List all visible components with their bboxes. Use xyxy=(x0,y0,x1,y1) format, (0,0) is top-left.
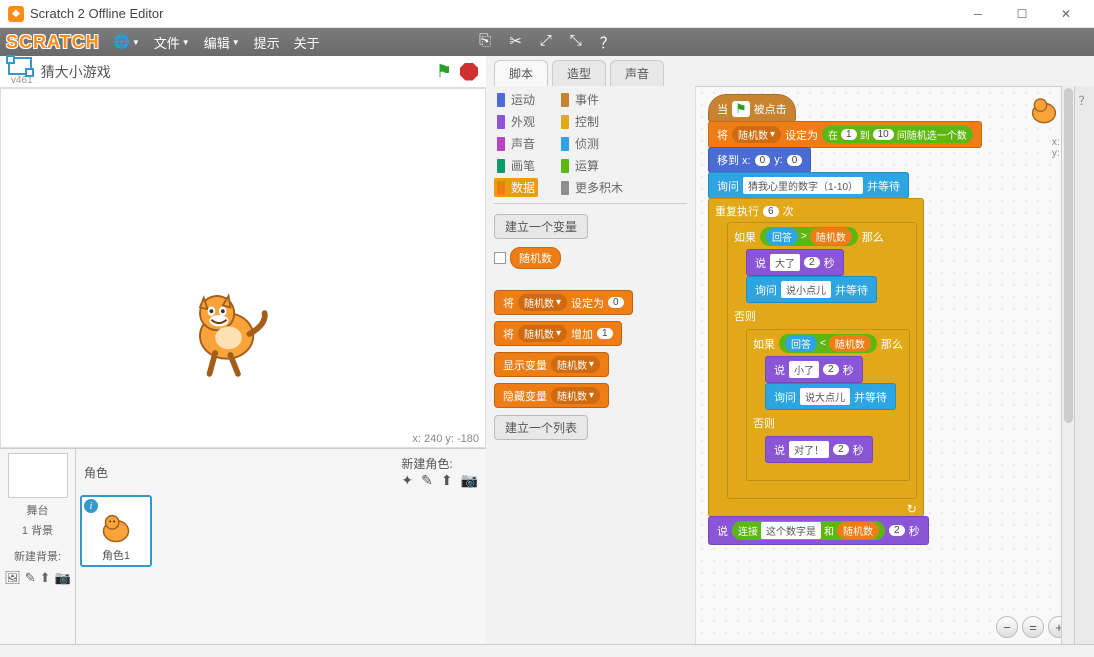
backdrop-count: 1 背景 xyxy=(22,522,53,538)
block-say-join[interactable]: 说 连接这个数字是和随机数 2秒 xyxy=(708,516,929,545)
category-data[interactable]: 数据 xyxy=(494,178,538,197)
script-area[interactable]: x: 0y: 0 当⚑被点击 将随机数▾设定为 在1到10间随机选一个数 移到 … xyxy=(696,86,1094,644)
category-sensing[interactable]: 侦测 xyxy=(558,134,626,153)
help-icon[interactable]: ？ xyxy=(600,32,615,53)
grow-icon[interactable]: ⤢ xyxy=(540,32,552,53)
app-title: Scratch 2 Offline Editor xyxy=(30,6,163,21)
backdrop-upload-icon[interactable]: ⬆ xyxy=(40,570,51,586)
maximize-button[interactable]: ☐ xyxy=(1002,3,1042,25)
category-control[interactable]: 控制 xyxy=(558,112,626,131)
block-ask-bigger[interactable]: 询问说大点儿并等待 xyxy=(765,383,896,410)
sprites-label: 角色 xyxy=(84,464,108,481)
sprite-thumb[interactable]: i 角色1 xyxy=(80,495,152,567)
shrink-icon[interactable]: ⤡ xyxy=(570,32,582,53)
zoom-out-button[interactable]: − xyxy=(996,616,1018,638)
minimize-button[interactable]: ─ xyxy=(958,3,998,25)
block-when-flag-clicked[interactable]: 当⚑被点击 xyxy=(708,94,796,122)
backdrop-camera-icon[interactable]: 📷 xyxy=(55,570,71,586)
green-flag-icon[interactable]: ⚑ xyxy=(436,61,452,82)
fullscreen-icon[interactable] xyxy=(8,57,32,75)
script-stack[interactable]: 当⚑被点击 将随机数▾设定为 在1到10间随机选一个数 移到 x:0y:0 询问… xyxy=(708,95,982,545)
stage-label: 舞台 xyxy=(27,502,49,518)
variable-reporter[interactable]: 随机数 xyxy=(510,247,561,269)
category-more[interactable]: 更多积木 xyxy=(558,178,626,197)
globe-icon[interactable]: 🌐▼ xyxy=(114,34,140,50)
backdrop-paint-icon[interactable]: ✎ xyxy=(25,570,36,586)
tab-scripts[interactable]: 脚本 xyxy=(494,60,548,86)
category-looks[interactable]: 外观 xyxy=(494,112,538,131)
menu-tips[interactable]: 提示 xyxy=(254,33,280,52)
category-pen[interactable]: 画笔 xyxy=(494,156,538,175)
menu-file[interactable]: 文件▼ xyxy=(154,33,190,52)
stage-header: v461 猜大小游戏 ⚑ xyxy=(0,56,486,88)
block-set-random[interactable]: 将随机数▾设定为 在1到10间随机选一个数 xyxy=(708,121,982,148)
delete-icon[interactable]: ✂ xyxy=(509,32,522,53)
stop-icon[interactable] xyxy=(460,63,478,81)
menu-edit[interactable]: 编辑▼ xyxy=(204,33,240,52)
block-repeat[interactable]: 重复执行6次 如果 回答>随机数 那么 说大了2秒 询问说小点儿并等待 xyxy=(708,198,924,517)
menu-about[interactable]: 关于 xyxy=(294,33,320,52)
close-button[interactable]: ✕ xyxy=(1046,3,1086,25)
duplicate-icon[interactable]: ⎘ xyxy=(479,32,491,53)
sprite-list: 角色 新建角色: ✦ ✎ ⬆ 📷 i 角色1 xyxy=(76,449,486,644)
menubar: SCRATCH 🌐▼ 文件▼ 编辑▼ 提示 关于 ⎘ ✂ ⤢ ⤡ ？ xyxy=(0,28,1094,56)
category-sound[interactable]: 声音 xyxy=(494,134,538,153)
scratch-logo: SCRATCH xyxy=(6,32,100,53)
block-say-big[interactable]: 说大了2秒 xyxy=(746,249,844,276)
block-say-right[interactable]: 说对了！2秒 xyxy=(765,436,873,463)
sprite-upload-icon[interactable]: ⬆ xyxy=(441,472,453,489)
zoom-reset-button[interactable]: = xyxy=(1022,616,1044,638)
sprite-library-icon[interactable]: ✦ xyxy=(401,472,413,489)
project-title[interactable]: 猜大小游戏 xyxy=(41,62,111,82)
block-show-variable[interactable]: 显示变量随机数▾ xyxy=(494,352,609,377)
block-if-else-outer[interactable]: 如果 回答>随机数 那么 说大了2秒 询问说小点儿并等待 否则 xyxy=(727,222,917,499)
tab-costumes[interactable]: 造型 xyxy=(552,60,606,86)
stage-coordinates: x: 240 y: -180 xyxy=(412,433,479,445)
block-say-small[interactable]: 说小了2秒 xyxy=(765,356,863,383)
sprite-info-icon[interactable]: i xyxy=(84,499,98,513)
new-sprite-label: 新建角色: xyxy=(401,457,452,471)
block-set-variable[interactable]: 将随机数▾设定为0 xyxy=(494,290,633,315)
make-list-button[interactable]: 建立一个列表 xyxy=(494,415,588,440)
window-titlebar: ◆ Scratch 2 Offline Editor ─ ☐ ✕ xyxy=(0,0,1094,28)
sprite-paint-icon[interactable]: ✎ xyxy=(421,472,433,489)
block-ask-smaller[interactable]: 询问说小点儿并等待 xyxy=(746,276,877,303)
block-change-variable[interactable]: 将随机数▾增加1 xyxy=(494,321,622,346)
block-ask[interactable]: 询问猜我心里的数字（1-10）并等待 xyxy=(708,172,909,199)
sprite-name: 角色1 xyxy=(102,547,130,563)
backdrop-thumb[interactable] xyxy=(8,453,68,498)
backdrop-panel: 舞台 1 背景 新建背景: 🖼 ✎ ⬆ 📷 xyxy=(0,449,76,644)
app-icon: ◆ xyxy=(8,6,24,22)
tab-sounds[interactable]: 声音 xyxy=(610,60,664,86)
block-goto-xy[interactable]: 移到 x:0y:0 xyxy=(708,147,811,173)
help-panel-tab[interactable]: ？ xyxy=(1074,86,1094,644)
statusbar xyxy=(0,644,1094,657)
stage-canvas[interactable]: x: 240 y: -180 xyxy=(0,88,486,448)
category-motion[interactable]: 运动 xyxy=(494,90,538,109)
var-visible-checkbox[interactable] xyxy=(494,252,506,264)
block-palette: 运动 外观 声音 画笔 数据 事件 控制 侦测 运算 更多积木 建立一个变量 xyxy=(486,86,696,644)
sprite-on-stage[interactable] xyxy=(181,284,276,384)
backdrop-library-icon[interactable]: 🖼 xyxy=(4,570,21,586)
new-backdrop-label: 新建背景: xyxy=(14,548,61,564)
category-events[interactable]: 事件 xyxy=(558,90,626,109)
scrollbar-vertical[interactable] xyxy=(1061,86,1074,644)
block-if-else-inner[interactable]: 如果 回答<随机数 那么 说小了2秒 询问说大点儿并等待 否则 xyxy=(746,329,910,481)
sprite-camera-icon[interactable]: 📷 xyxy=(461,472,478,489)
category-operators[interactable]: 运算 xyxy=(558,156,626,175)
block-hide-variable[interactable]: 隐藏变量随机数▾ xyxy=(494,383,609,408)
make-variable-button[interactable]: 建立一个变量 xyxy=(494,214,588,239)
